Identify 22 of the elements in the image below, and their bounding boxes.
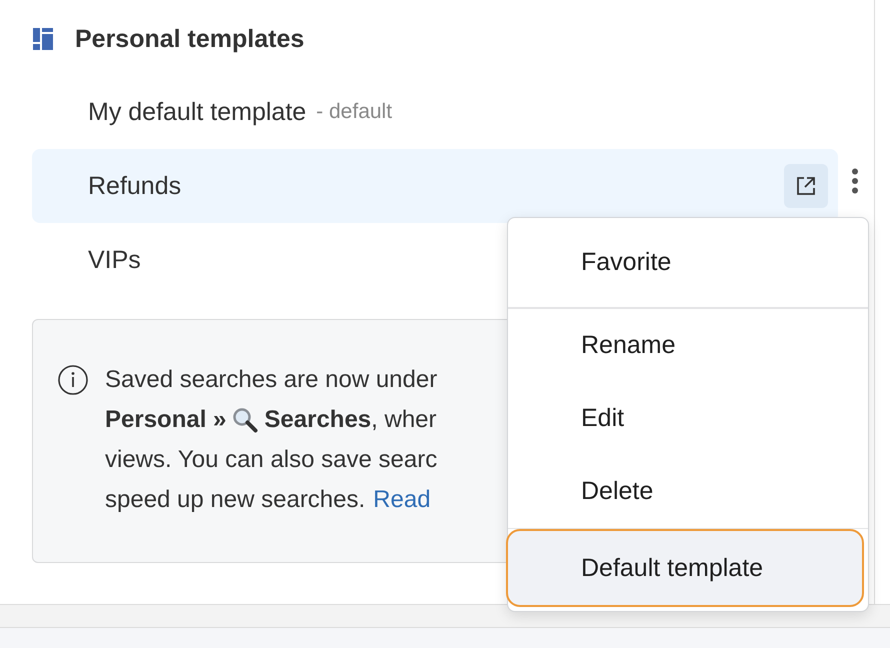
menu-item[interactable]: Rename (508, 308, 868, 382)
info-text: Searches, wher (264, 406, 437, 434)
read-more-link[interactable]: Read (373, 486, 431, 514)
more-icon[interactable] (851, 168, 859, 194)
menu-item[interactable]: Delete (508, 454, 868, 528)
info-text: Saved searches are now under (105, 365, 438, 395)
template-name[interactable]: VIPs (88, 246, 141, 274)
info-text: views. You can also save searc (105, 445, 438, 475)
info-text: Personal » (105, 406, 226, 434)
info-text: speed up new searches. (105, 486, 366, 514)
template-item[interactable]: Refunds (32, 149, 838, 223)
template-name[interactable]: Refunds (88, 172, 182, 200)
section-title: Personal templates (75, 24, 304, 54)
layout-icon (33, 28, 53, 50)
template-name[interactable]: My default template (88, 98, 306, 126)
magnifier-icon (232, 407, 258, 433)
menu-item[interactable]: Edit (508, 382, 868, 454)
default-tag: - default (316, 100, 392, 124)
menu-item[interactable]: Default template (506, 529, 864, 607)
open-external-button[interactable] (784, 164, 828, 208)
info-icon (57, 364, 89, 396)
external-link-icon (795, 175, 817, 197)
